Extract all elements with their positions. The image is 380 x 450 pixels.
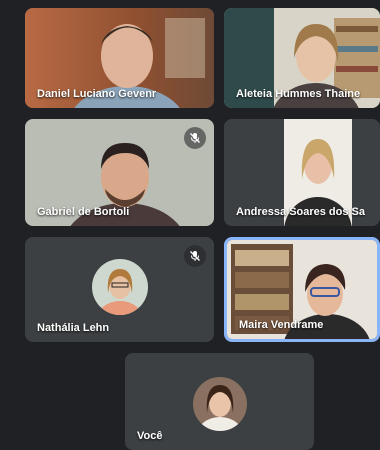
participant-name: Nathália Lehn — [37, 322, 110, 334]
participant-name: Você — [137, 430, 163, 442]
participant-name: Gabriel de Bortoli — [37, 206, 130, 218]
participant-tile-aleteia[interactable]: Aleteia Hummes Thaine — [224, 8, 380, 108]
participant-tile-daniel[interactable]: Daniel Luciano Gevenr — [25, 8, 214, 108]
avatar — [192, 377, 247, 431]
participant-tile-andressa[interactable]: Andressa Soares dos Sa — [224, 119, 380, 226]
participant-name: Andressa Soares dos Sa — [236, 206, 366, 218]
participant-tile-maira[interactable]: Maira Vendrame — [224, 237, 380, 342]
mic-muted-icon — [184, 245, 206, 267]
participant-tile-gabriel[interactable]: Gabriel de Bortoli — [25, 119, 214, 226]
participant-tile-nathalia[interactable]: Nathália Lehn — [25, 237, 214, 342]
participant-name: Daniel Luciano Gevenr — [37, 88, 157, 100]
participant-name: Aleteia Hummes Thaine — [236, 88, 361, 100]
participant-name: Maira Vendrame — [239, 319, 324, 331]
mic-muted-icon — [184, 127, 206, 149]
participant-tile-self[interactable]: Você — [125, 353, 314, 450]
avatar — [91, 259, 148, 315]
